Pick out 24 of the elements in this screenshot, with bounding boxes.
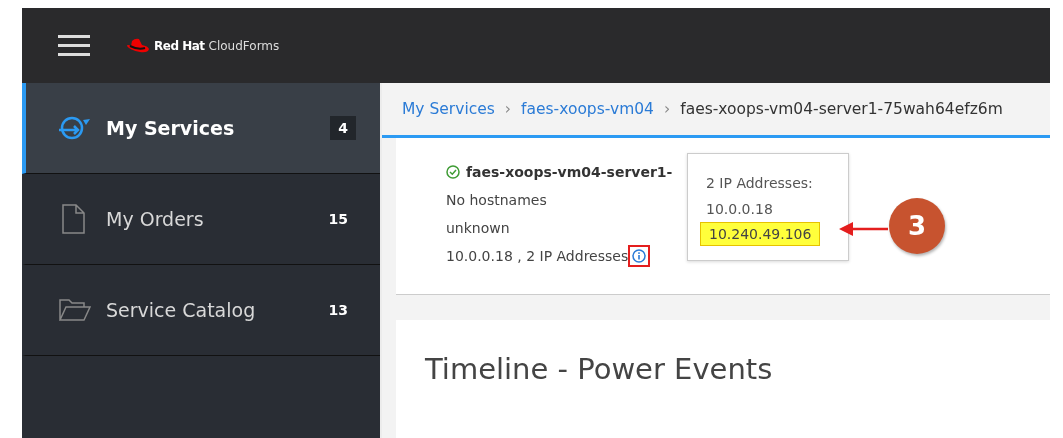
- tooltip-title: 2 IP Addresses:: [706, 174, 814, 193]
- timeline-title: Timeline - Power Events: [425, 352, 774, 386]
- server-name: faes-xoops-vm04-server1-: [466, 164, 673, 180]
- hostnames-text: No hostnames: [446, 191, 547, 210]
- ip-address: 10.0.0.18: [706, 200, 774, 219]
- annotation-arrow: [839, 221, 889, 237]
- breadcrumb-link[interactable]: faes-xoops-vm04: [521, 100, 654, 118]
- folder-icon: [58, 298, 92, 322]
- hat-logo-icon: [126, 37, 150, 54]
- product-name: CloudForms: [208, 38, 280, 53]
- sidebar-item[interactable]: My Services 4: [22, 83, 380, 174]
- breadcrumb-current: faes-xoops-vm04-server1-75wah64efz6m: [680, 100, 1003, 118]
- brand-name: Red Hat: [154, 38, 205, 53]
- breadcrumb-link[interactable]: My Services: [402, 100, 495, 118]
- breadcrumb-separator: ›: [663, 100, 671, 118]
- check-circle-icon: [446, 165, 460, 179]
- menu-icon[interactable]: [58, 34, 90, 57]
- os-text: unknown: [446, 219, 510, 238]
- ip-address: 10.240.49.106: [700, 222, 821, 246]
- step-number-badge: 3: [889, 198, 945, 254]
- breadcrumb-separator: ›: [504, 100, 512, 118]
- info-button[interactable]: [628, 245, 651, 267]
- cycle-arrow-icon: [58, 115, 92, 141]
- ip-text: 10.0.0.18 , 2 IP Addresses: [446, 247, 629, 266]
